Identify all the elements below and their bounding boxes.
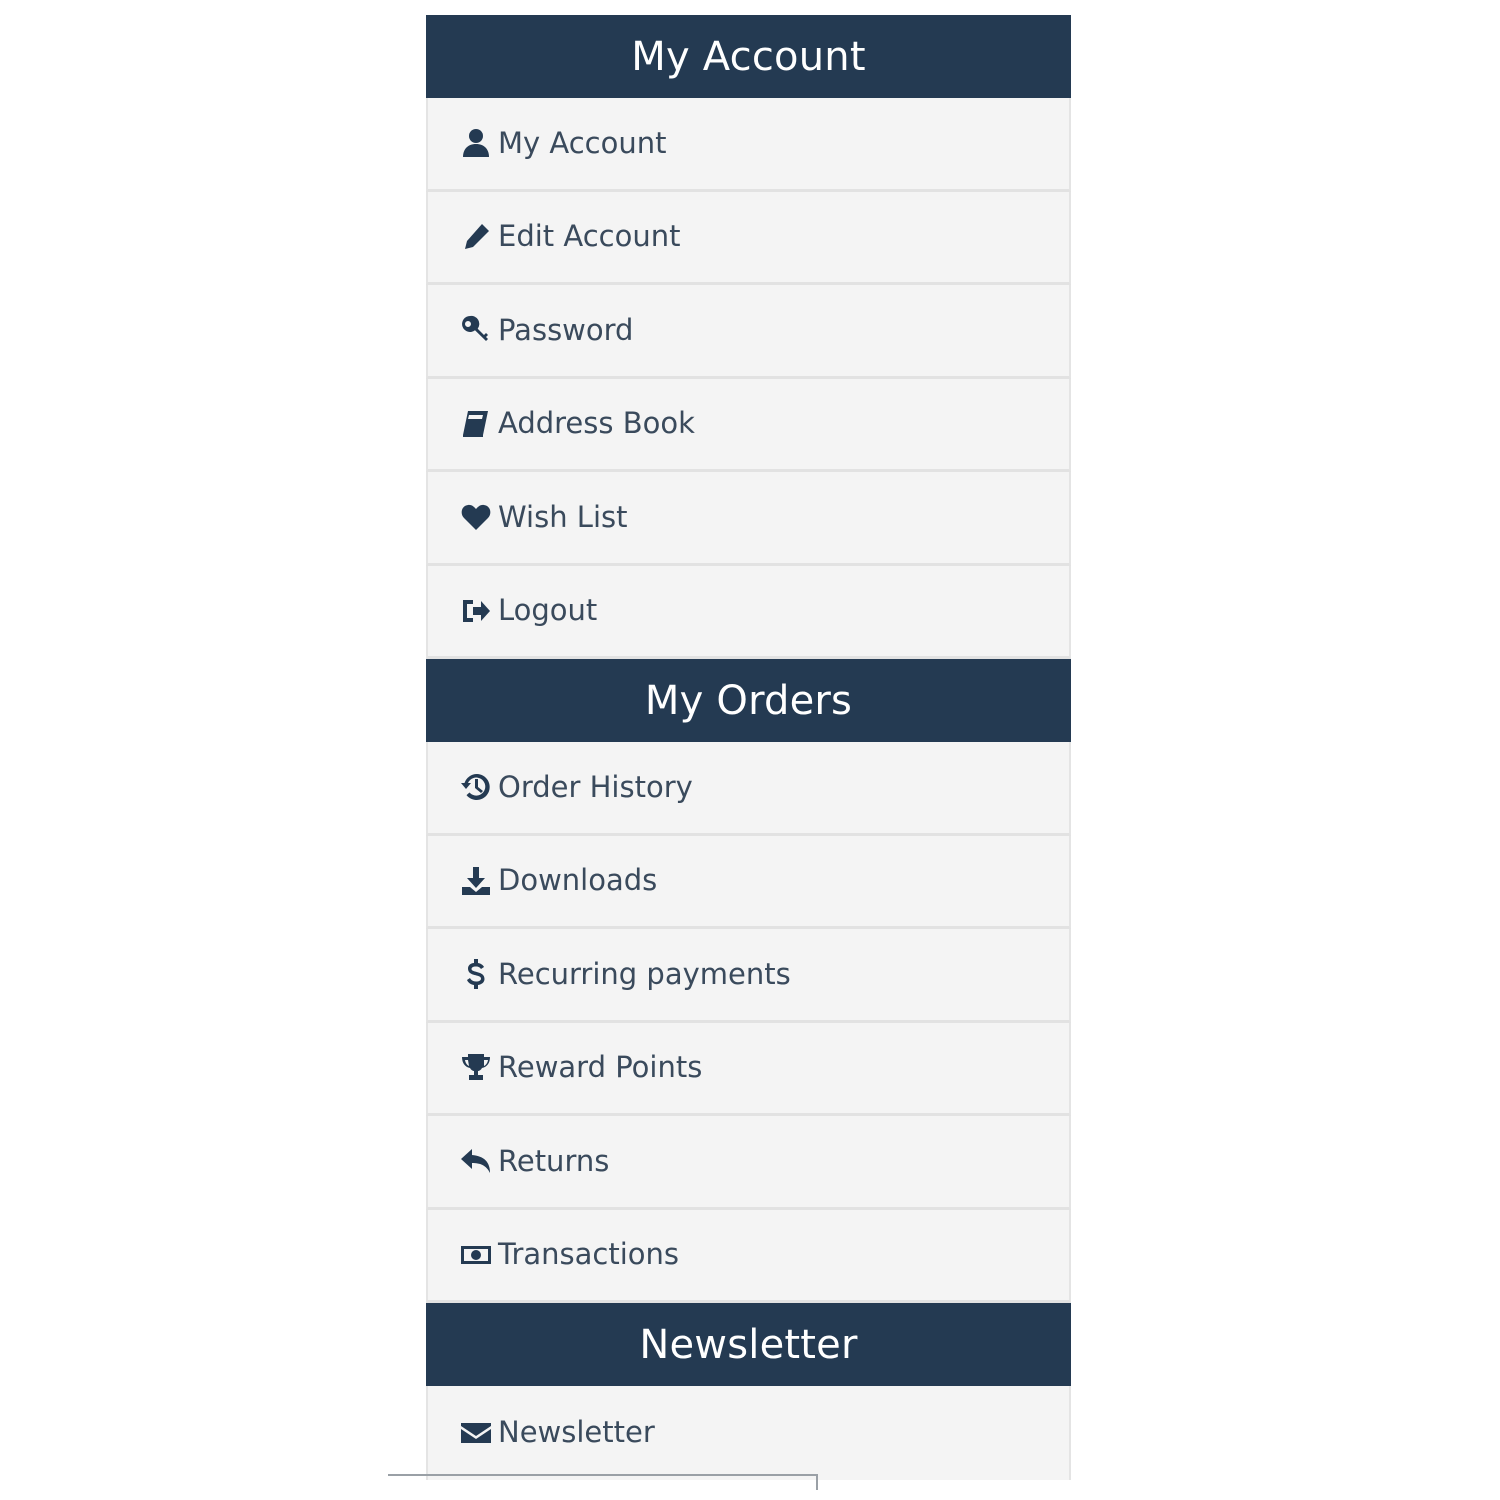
menu-item-edit-account[interactable]: Edit Account (426, 191, 1071, 285)
sign-out-icon (458, 593, 494, 629)
menu-item-label: Transactions (498, 1237, 680, 1272)
menu-item-label: Edit Account (498, 219, 681, 254)
menu-item-label: Returns (498, 1143, 610, 1178)
key-icon (458, 312, 494, 348)
menu-item-reward-points[interactable]: Reward Points (426, 1022, 1071, 1116)
section-header-newsletter: Newsletter (426, 1303, 1071, 1386)
history-icon (458, 769, 494, 805)
section-title: My Account (631, 33, 866, 80)
divider-line (388, 1474, 818, 1476)
envelope-icon (458, 1415, 494, 1451)
divider-tick (816, 1474, 818, 1490)
menu-item-label: Reward Points (498, 1050, 703, 1085)
menu-item-label: Password (498, 312, 634, 347)
menu-item-label: Recurring payments (498, 956, 791, 991)
menu-item-label: Order History (498, 769, 693, 804)
section-header-my-account: My Account (426, 15, 1071, 98)
reply-icon (458, 1143, 494, 1179)
menu-item-order-history[interactable]: Order History (426, 742, 1071, 836)
menu-item-label: Newsletter (498, 1415, 655, 1450)
menu-item-newsletter[interactable]: Newsletter (426, 1386, 1071, 1480)
user-icon (458, 125, 494, 161)
menu-item-logout[interactable]: Logout (426, 565, 1071, 659)
section-title: Newsletter (639, 1321, 858, 1368)
menu-item-label: Logout (498, 593, 598, 628)
heart-icon (458, 499, 494, 535)
menu-item-returns[interactable]: Returns (426, 1116, 1071, 1210)
download-icon (458, 863, 494, 899)
trophy-icon (458, 1050, 494, 1086)
money-icon (458, 1237, 494, 1273)
menu-item-address-book[interactable]: Address Book (426, 378, 1071, 472)
menu-item-label: My Account (498, 125, 667, 160)
menu-item-password[interactable]: Password (426, 285, 1071, 379)
menu-item-downloads[interactable]: Downloads (426, 835, 1071, 929)
menu-item-label: Downloads (498, 863, 658, 898)
account-sidebar: My Account My Account Edit Account Passw… (426, 15, 1071, 1480)
section-header-my-orders: My Orders (426, 659, 1071, 742)
menu-item-label: Wish List (498, 499, 628, 534)
dollar-icon (458, 956, 494, 992)
pencil-icon (458, 219, 494, 255)
menu-item-recurring-payments[interactable]: Recurring payments (426, 929, 1071, 1023)
book-icon (458, 406, 494, 442)
section-title: My Orders (644, 677, 853, 724)
menu-item-wish-list[interactable]: Wish List (426, 472, 1071, 566)
menu-item-my-account[interactable]: My Account (426, 98, 1071, 192)
menu-item-transactions[interactable]: Transactions (426, 1209, 1071, 1303)
menu-item-label: Address Book (498, 406, 695, 441)
